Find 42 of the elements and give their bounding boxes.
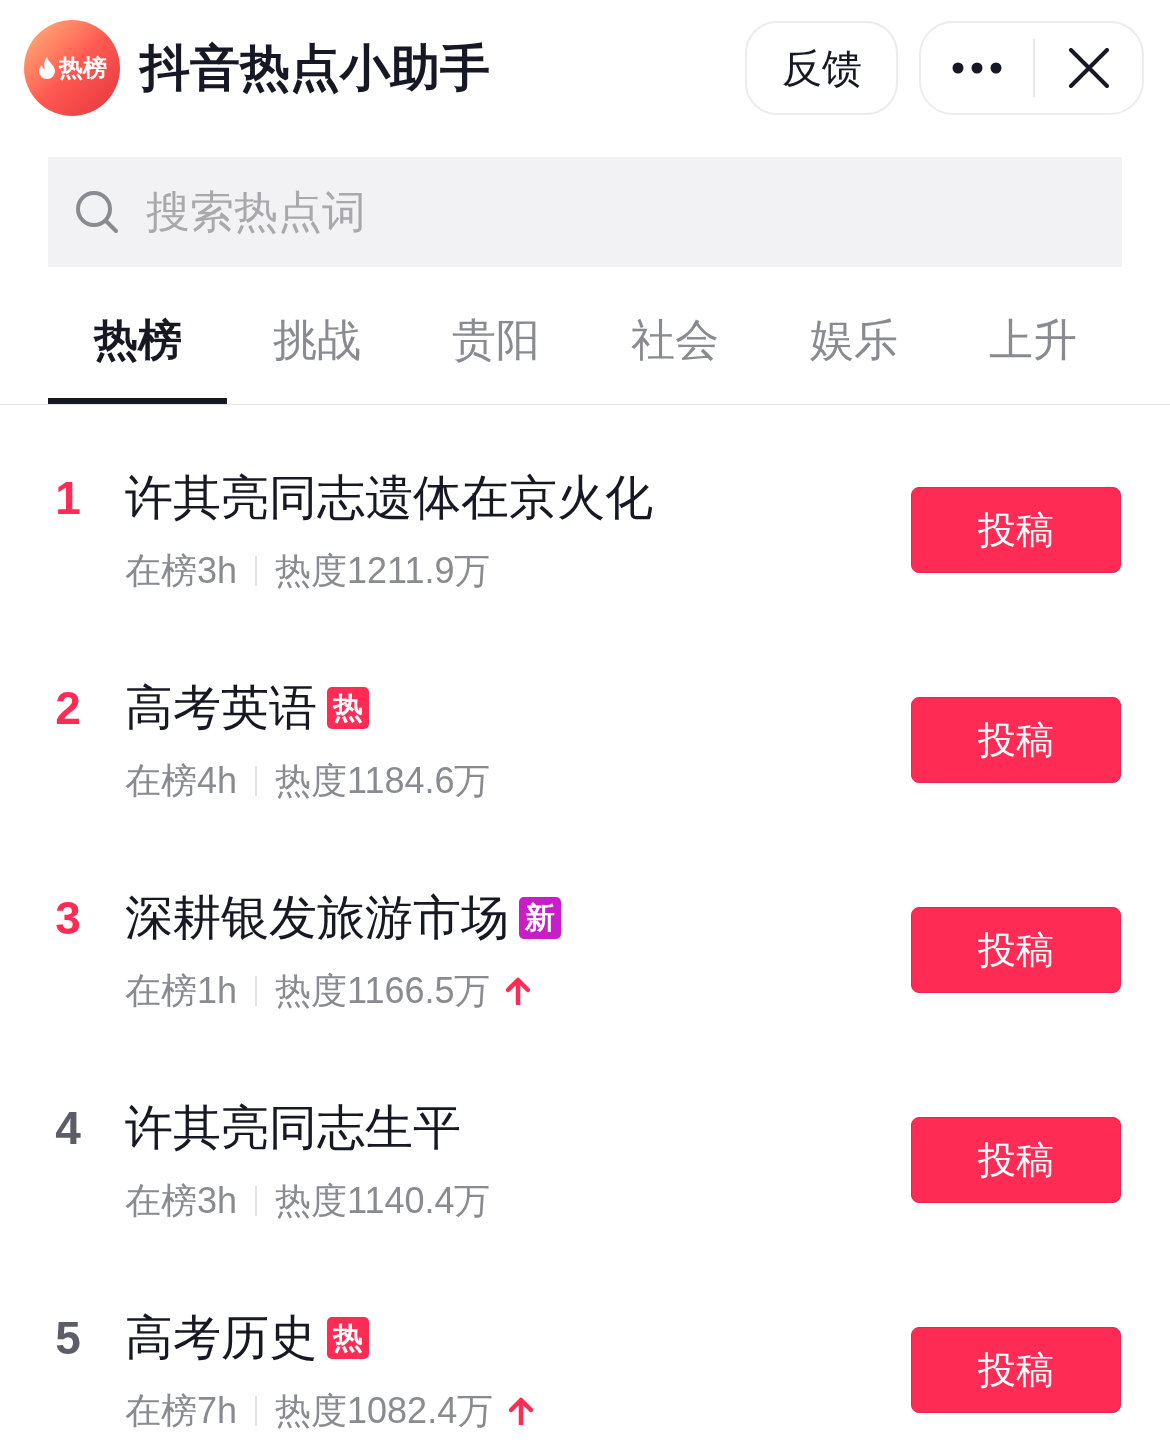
topic-title[interactable]: 高考英语 [125, 677, 317, 738]
tab[interactable]: 社会 [585, 292, 764, 404]
time-on-list: 在榜7h [125, 1388, 238, 1433]
tab[interactable]: 挑战 [227, 292, 406, 404]
tab[interactable]: 娱乐 [764, 292, 943, 404]
logo-text: 热榜 [58, 55, 107, 80]
topic-tag: 热 [327, 686, 369, 729]
topic-tag: 热 [327, 1316, 369, 1359]
search-field[interactable]: 搜索热点词 [48, 157, 1122, 267]
heat-value: 热度1211.9万 [275, 548, 491, 593]
topic-title[interactable]: 许其亮同志遗体在京火化 [125, 467, 653, 528]
close-icon [1068, 47, 1109, 88]
tab[interactable]: 贵阳 [406, 292, 585, 404]
rank-number: 5 [54, 1314, 82, 1361]
time-on-list: 在榜3h [125, 1178, 238, 1223]
time-on-list: 在榜3h [125, 548, 238, 593]
rank-number: 2 [54, 684, 82, 731]
app-title: 抖音热点小助手 [140, 42, 490, 93]
rank-number: 1 [54, 474, 82, 521]
rank-number: 4 [54, 1104, 82, 1151]
heat-value: 热度1140.4万 [275, 1178, 491, 1223]
flame-icon [37, 56, 56, 79]
more-icon [952, 61, 1002, 74]
rank-number: 3 [54, 894, 82, 941]
heat-value: 热度1184.6万 [275, 758, 491, 803]
search-icon [75, 190, 119, 234]
heat-value: 热度1082.4万 [275, 1388, 494, 1433]
post-button[interactable]: 投稿 [911, 1117, 1121, 1203]
topic-title[interactable]: 高考历史 [125, 1307, 317, 1368]
topic-title[interactable]: 深耕银发旅游市场 [125, 887, 509, 948]
heat-value: 热度1166.5万 [275, 968, 491, 1013]
post-button[interactable]: 投稿 [911, 487, 1121, 573]
topic-title[interactable]: 许其亮同志生平 [125, 1097, 461, 1158]
time-on-list: 在榜1h [125, 968, 238, 1013]
post-button[interactable]: 投稿 [911, 697, 1121, 783]
topic-tag: 新 [519, 896, 561, 939]
time-on-list: 在榜4h [125, 758, 238, 803]
tab[interactable]: 上升 [943, 292, 1122, 404]
tab[interactable]: 热榜 [48, 292, 227, 404]
feedback-button[interactable]: 反馈 [745, 20, 898, 115]
post-button[interactable]: 投稿 [911, 1327, 1121, 1413]
post-button[interactable]: 投稿 [911, 907, 1121, 993]
